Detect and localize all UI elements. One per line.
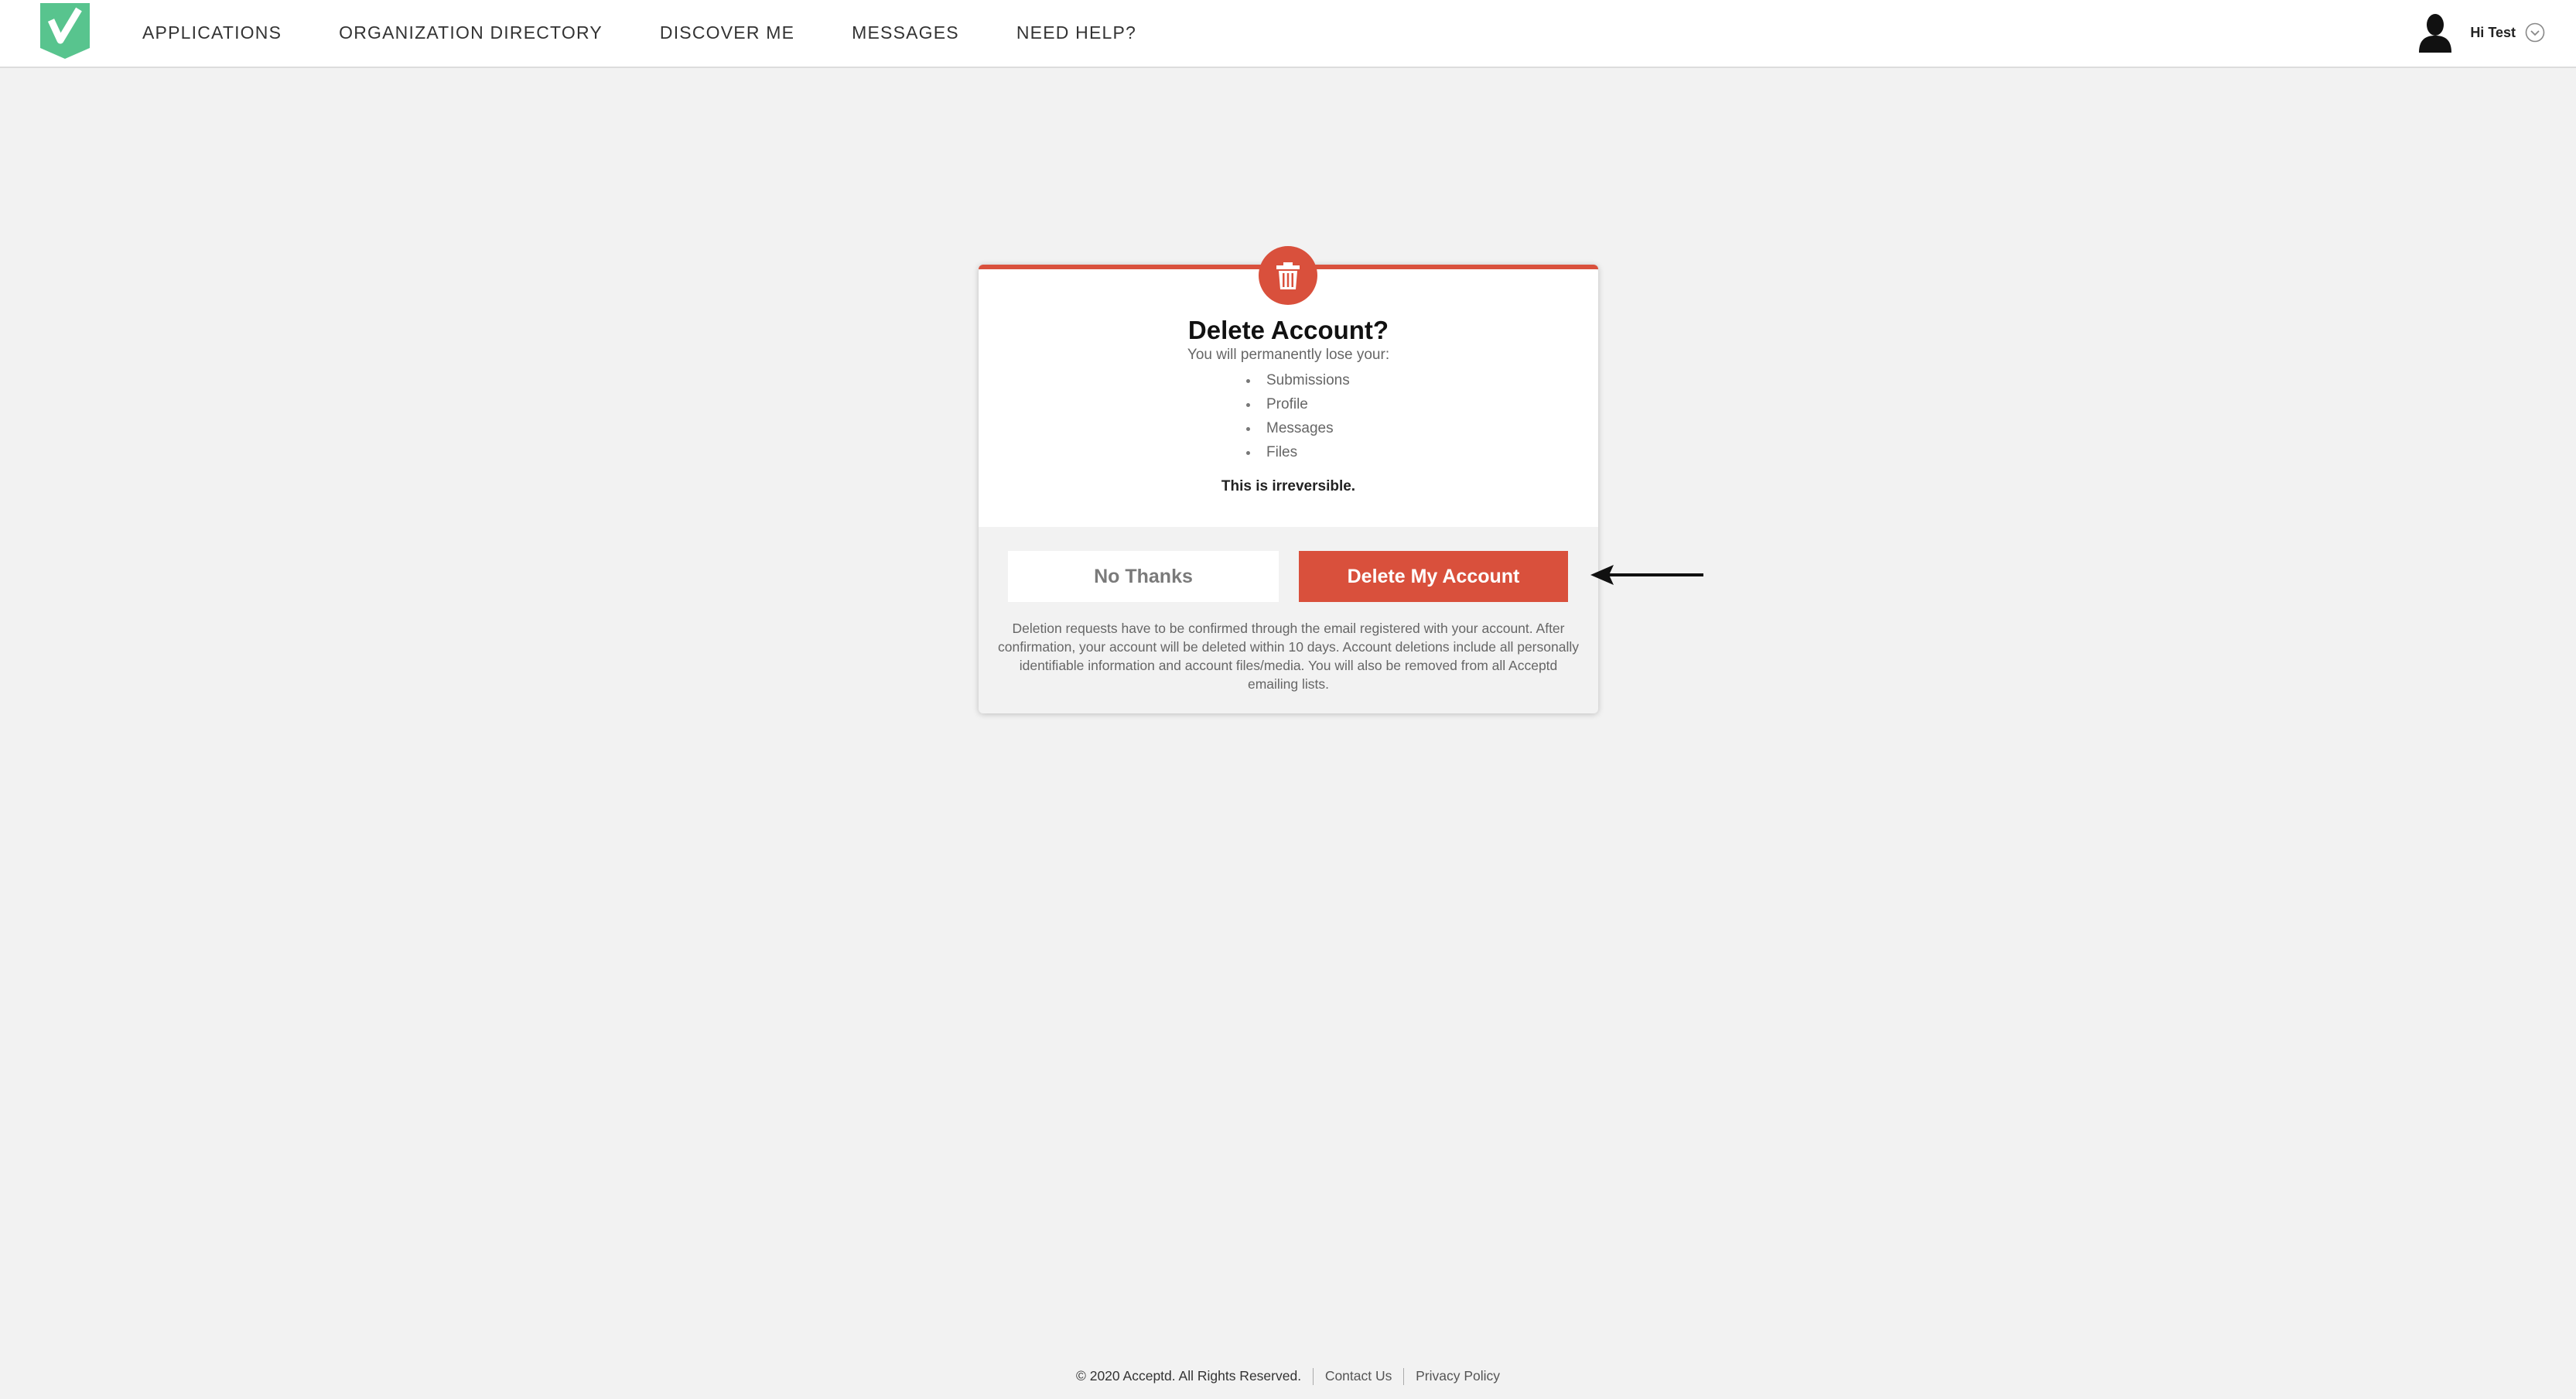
nav-messages[interactable]: MESSAGES: [852, 22, 959, 43]
delete-my-account-button[interactable]: Delete My Account: [1299, 551, 1568, 602]
deletion-disclaimer: Deletion requests have to be confirmed t…: [998, 621, 1579, 692]
list-item: Profile: [1246, 392, 1350, 416]
nav-applications[interactable]: APPLICATIONS: [142, 22, 282, 43]
privacy-policy-link[interactable]: Privacy Policy: [1416, 1368, 1500, 1384]
trash-icon: [1276, 262, 1300, 289]
nav-need-help[interactable]: NEED HELP?: [1016, 22, 1136, 43]
list-item: Messages: [1246, 416, 1350, 440]
user-silhouette-icon[interactable]: [2417, 12, 2453, 53]
footer-divider: [1403, 1368, 1405, 1386]
delete-account-modal: Delete Account? You will permanently los…: [979, 246, 1598, 713]
nav-links: APPLICATIONS ORGANIZATION DIRECTORY DISC…: [142, 0, 1194, 65]
user-menu[interactable]: Hi Test: [2417, 12, 2545, 53]
irreversible-warning: This is irreversible.: [1221, 478, 1356, 494]
loss-list: Submissions Profile Messages Files: [1246, 368, 1350, 464]
acceptd-logo-icon[interactable]: [40, 3, 90, 59]
trash-badge: [1259, 246, 1317, 305]
user-greeting[interactable]: Hi Test: [2470, 25, 2516, 41]
footer-divider: [1312, 1368, 1314, 1386]
top-navbar: APPLICATIONS ORGANIZATION DIRECTORY DISC…: [0, 0, 2576, 68]
list-item: Files: [1246, 440, 1350, 464]
footer: © 2020 Acceptd. All Rights Reserved. Con…: [0, 1368, 2576, 1386]
nav-organization-directory[interactable]: ORGANIZATION DIRECTORY: [339, 22, 603, 43]
list-item: Submissions: [1246, 368, 1350, 392]
no-thanks-button[interactable]: No Thanks: [1008, 551, 1279, 602]
modal-title: Delete Account?: [1187, 316, 1389, 344]
left-arrow-icon: [1590, 565, 1703, 585]
modal-subtitle: You will permanently lose your:: [1187, 347, 1390, 363]
nav-discover-me[interactable]: DISCOVER ME: [660, 22, 794, 43]
chevron-down-circle-icon[interactable]: [2525, 22, 2545, 43]
copyright-text: © 2020 Acceptd. All Rights Reserved.: [1075, 1368, 1302, 1384]
contact-us-link[interactable]: Contact Us: [1325, 1368, 1392, 1384]
